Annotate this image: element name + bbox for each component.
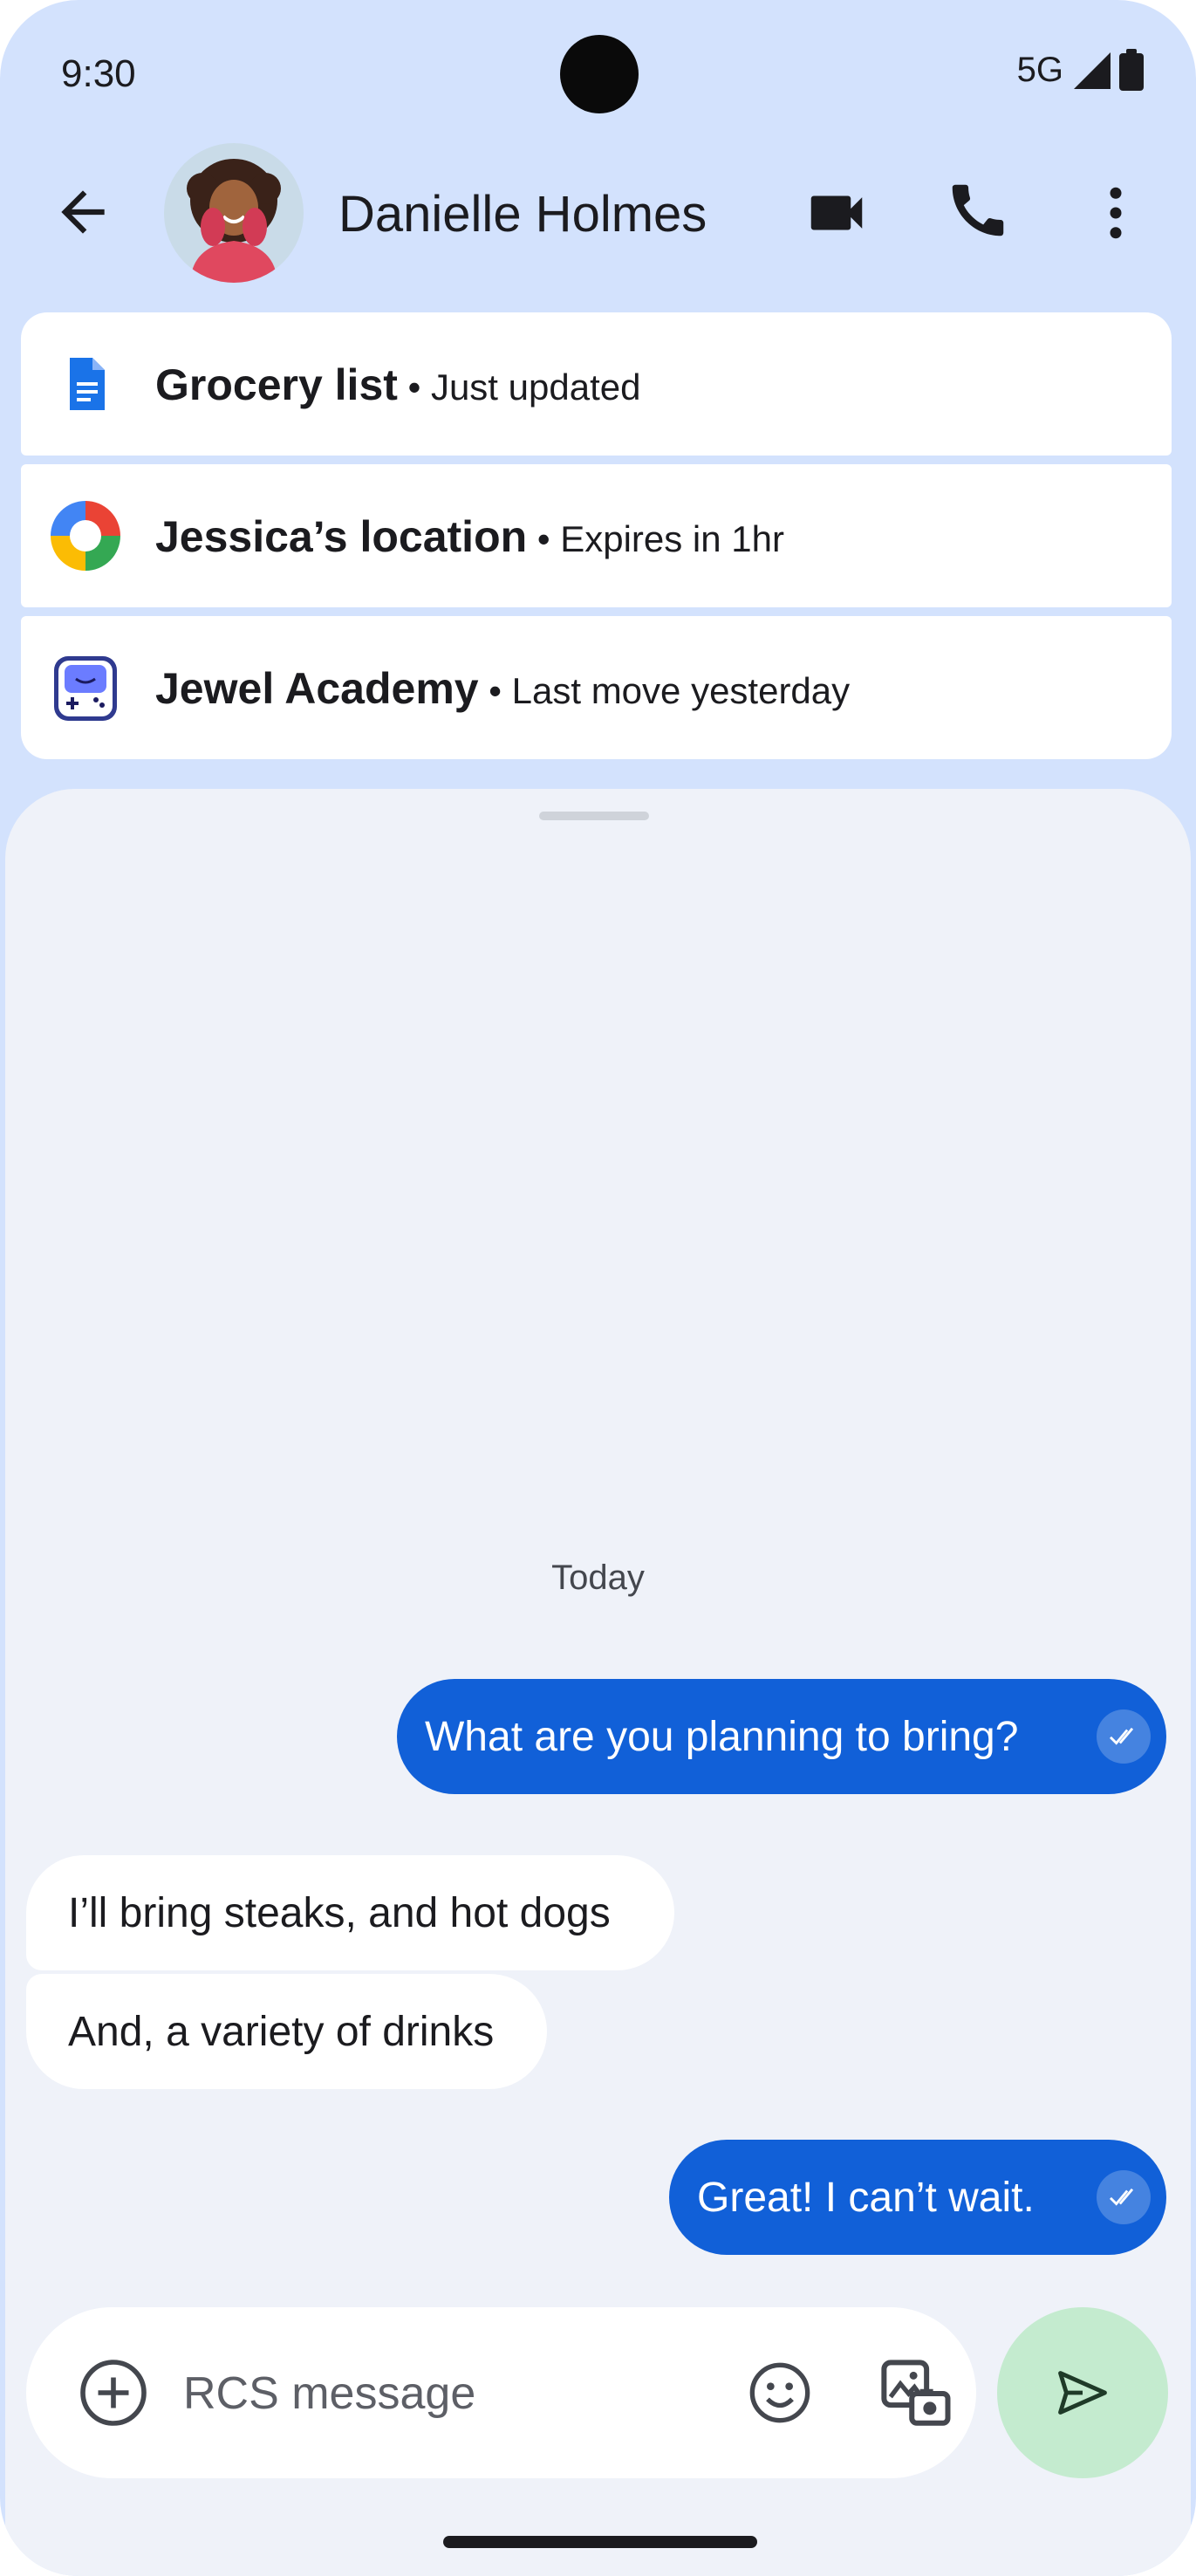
compose-bar (26, 2307, 976, 2478)
message-text: And, a variety of drinks (68, 2008, 495, 2055)
card-text: Grocery list • Just updated (155, 360, 640, 410)
gallery-button[interactable] (876, 2354, 954, 2433)
message-outgoing[interactable]: What are you planning to bring? (397, 1679, 1166, 1794)
card-subtitle: • Expires in 1hr (527, 518, 784, 559)
video-call-button[interactable] (803, 179, 871, 247)
camera-cutout (560, 35, 639, 113)
add-circle-icon (80, 2360, 147, 2426)
game-icon (54, 656, 117, 721)
card-title: Jessica’s location (155, 512, 528, 561)
card-grocery-list[interactable]: Grocery list • Just updated (21, 312, 1172, 456)
contact-avatar[interactable] (164, 143, 304, 283)
gallery-icon (881, 2360, 951, 2426)
more-vert-icon (1110, 187, 1122, 239)
document-icon (70, 358, 105, 410)
phone-call-icon (952, 184, 1004, 236)
message-text: What are you planning to bring? (425, 1713, 1019, 1760)
back-button[interactable] (51, 180, 115, 244)
send-icon (1058, 2371, 1107, 2415)
more-options-button[interactable] (1082, 179, 1150, 247)
phone-call-button[interactable] (944, 176, 1012, 244)
card-game[interactable]: Jewel Academy • Last move yesterday (21, 616, 1172, 759)
message-outgoing[interactable]: Great! I can’t wait. (669, 2140, 1166, 2255)
network-label: 5G (1016, 50, 1063, 89)
message-input[interactable] (181, 2358, 586, 2429)
phone-screen: 9:30 5G Danielle Holmes Grocery list • J… (0, 0, 1196, 2576)
home-indicator[interactable] (443, 2536, 757, 2548)
emoji-icon (749, 2362, 810, 2423)
message-text: I’ll bring steaks, and hot dogs (68, 1889, 611, 1936)
signal-icon (1074, 52, 1111, 89)
read-receipt-icon (1097, 1709, 1151, 1764)
add-attachment-button[interactable] (77, 2356, 150, 2429)
card-subtitle: • Last move yesterday (478, 670, 851, 711)
message-text: Great! I can’t wait. (697, 2174, 1035, 2221)
card-title: Grocery list (155, 360, 398, 409)
avatar-image (164, 143, 304, 283)
message-incoming[interactable]: And, a variety of drinks (26, 1974, 547, 2089)
card-subtitle: • Just updated (397, 367, 641, 408)
back-arrow-icon (61, 190, 105, 234)
card-text: Jessica’s location • Expires in 1hr (155, 511, 784, 562)
contact-name[interactable]: Danielle Holmes (338, 185, 707, 243)
send-button[interactable] (997, 2307, 1168, 2478)
status-icons: 5G (1017, 49, 1144, 91)
drag-handle[interactable] (539, 812, 649, 820)
emoji-button[interactable] (745, 2358, 815, 2428)
conversation-sheet: Today What are you planning to bring? I’… (5, 789, 1191, 2576)
battery-icon (1119, 49, 1144, 91)
message-incoming[interactable]: I’ll bring steaks, and hot dogs (26, 1855, 674, 1970)
card-location[interactable]: Jessica’s location • Expires in 1hr (21, 464, 1172, 607)
card-title: Jewel Academy (155, 664, 479, 713)
read-receipt-icon (1097, 2170, 1151, 2224)
date-separator: Today (551, 1559, 645, 1597)
video-call-icon (810, 195, 863, 230)
location-sharing-icon (51, 501, 120, 571)
status-time: 9:30 (61, 52, 136, 95)
card-text: Jewel Academy • Last move yesterday (155, 663, 850, 714)
